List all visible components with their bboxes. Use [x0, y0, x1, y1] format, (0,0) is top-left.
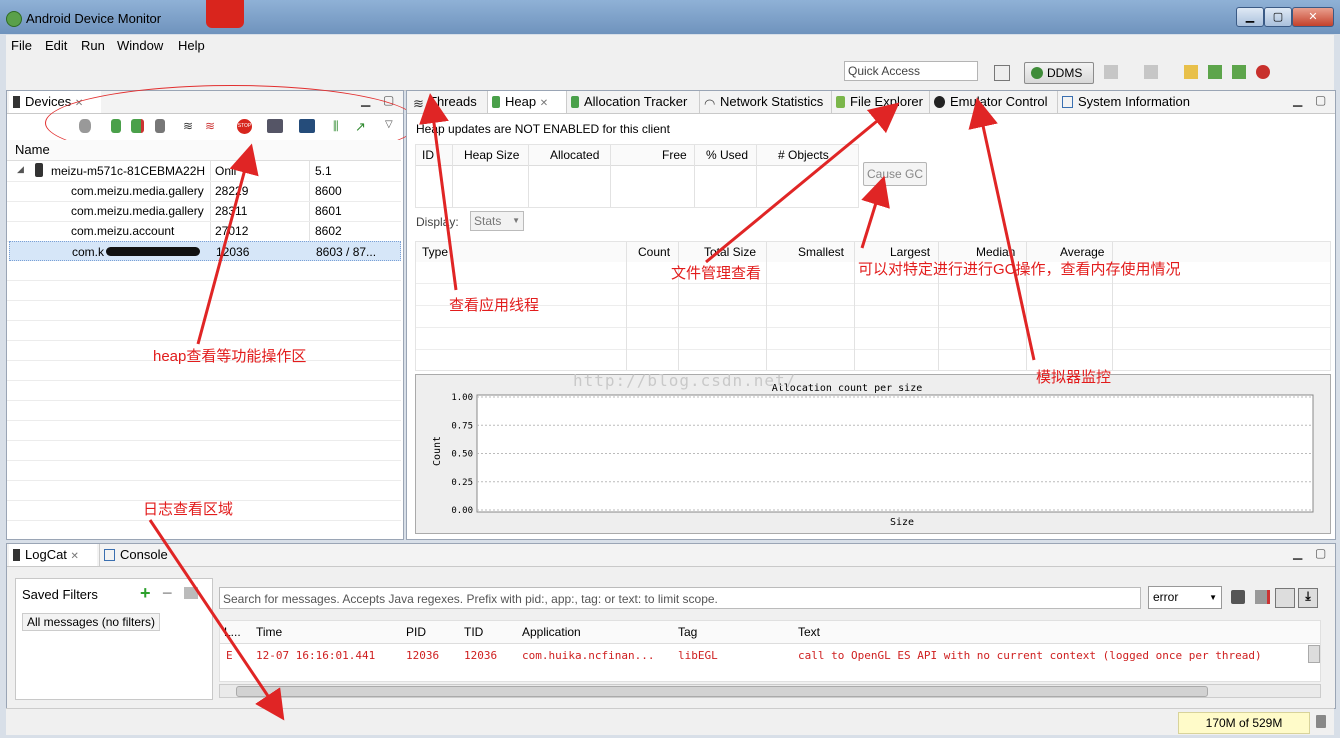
annotation-arrow	[860, 175, 890, 249]
annotation-emulator: 模拟器监控	[1036, 369, 1112, 386]
annotation-gc: 可以对特定进行进行GC操作，查看内存使用情况	[858, 261, 1181, 278]
annotation-arrow	[196, 143, 259, 345]
annotation-arrow	[705, 102, 900, 264]
annotation-threads: 查看应用线程	[449, 297, 540, 314]
annotation-file-mgmt: 文件管理查看	[671, 265, 762, 282]
annotation-layer	[148, 93, 1036, 721]
annotation-heap-ops: heap查看等功能操作区	[153, 348, 307, 365]
annotation-arrow	[148, 519, 285, 721]
annotation-log-area: 日志查看区域	[143, 501, 234, 518]
annotation-arrow	[419, 93, 458, 291]
annotation-arrow	[968, 97, 1036, 361]
